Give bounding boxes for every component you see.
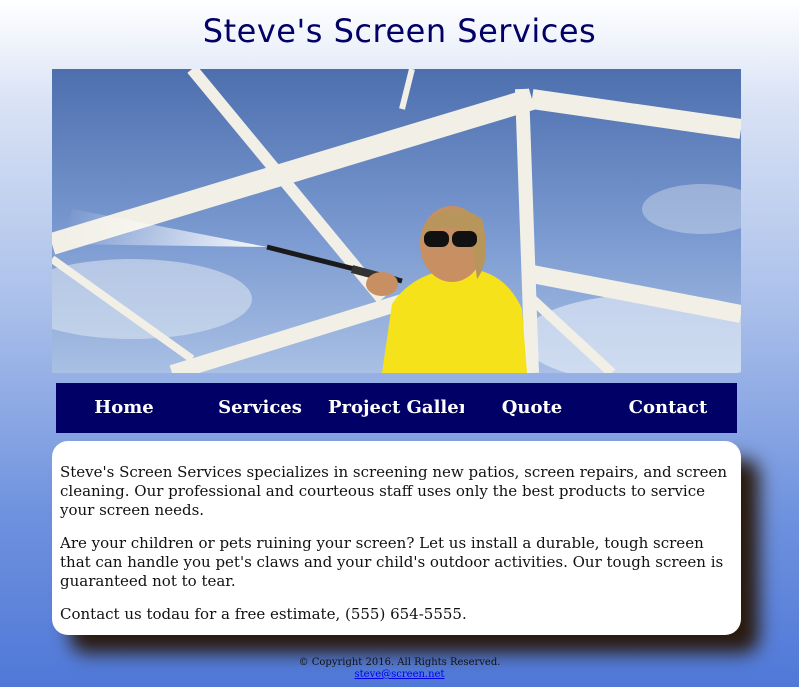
- durability-paragraph: Are your children or pets ruining your s…: [60, 534, 724, 590]
- hero-image: [52, 69, 741, 373]
- nav-item-home[interactable]: Home: [56, 383, 192, 433]
- contact-paragraph: Contact us todau for a free estimate, (5…: [60, 605, 467, 623]
- nav-item-quote[interactable]: Quote: [464, 383, 600, 433]
- nav-item-services[interactable]: Services: [192, 383, 328, 433]
- nav-item-contact[interactable]: Contact: [600, 383, 736, 433]
- main-content: Steve's Screen Services specializes in s…: [52, 441, 741, 635]
- intro-paragraph: Steve's Screen Services specializes in s…: [60, 463, 728, 519]
- nav-item-project-gallery[interactable]: Project Gallery: [328, 383, 464, 433]
- main-navigation: Home Services Project Gallery Quote Cont…: [56, 383, 737, 433]
- copyright-text: © Copyright 2016. All Rights Reserved.: [298, 657, 501, 668]
- footer: © Copyright 2016. All Rights Reserved. s…: [0, 657, 799, 681]
- email-link[interactable]: steve@screen.net: [355, 669, 445, 680]
- site-title: Steve's Screen Services: [202, 12, 597, 50]
